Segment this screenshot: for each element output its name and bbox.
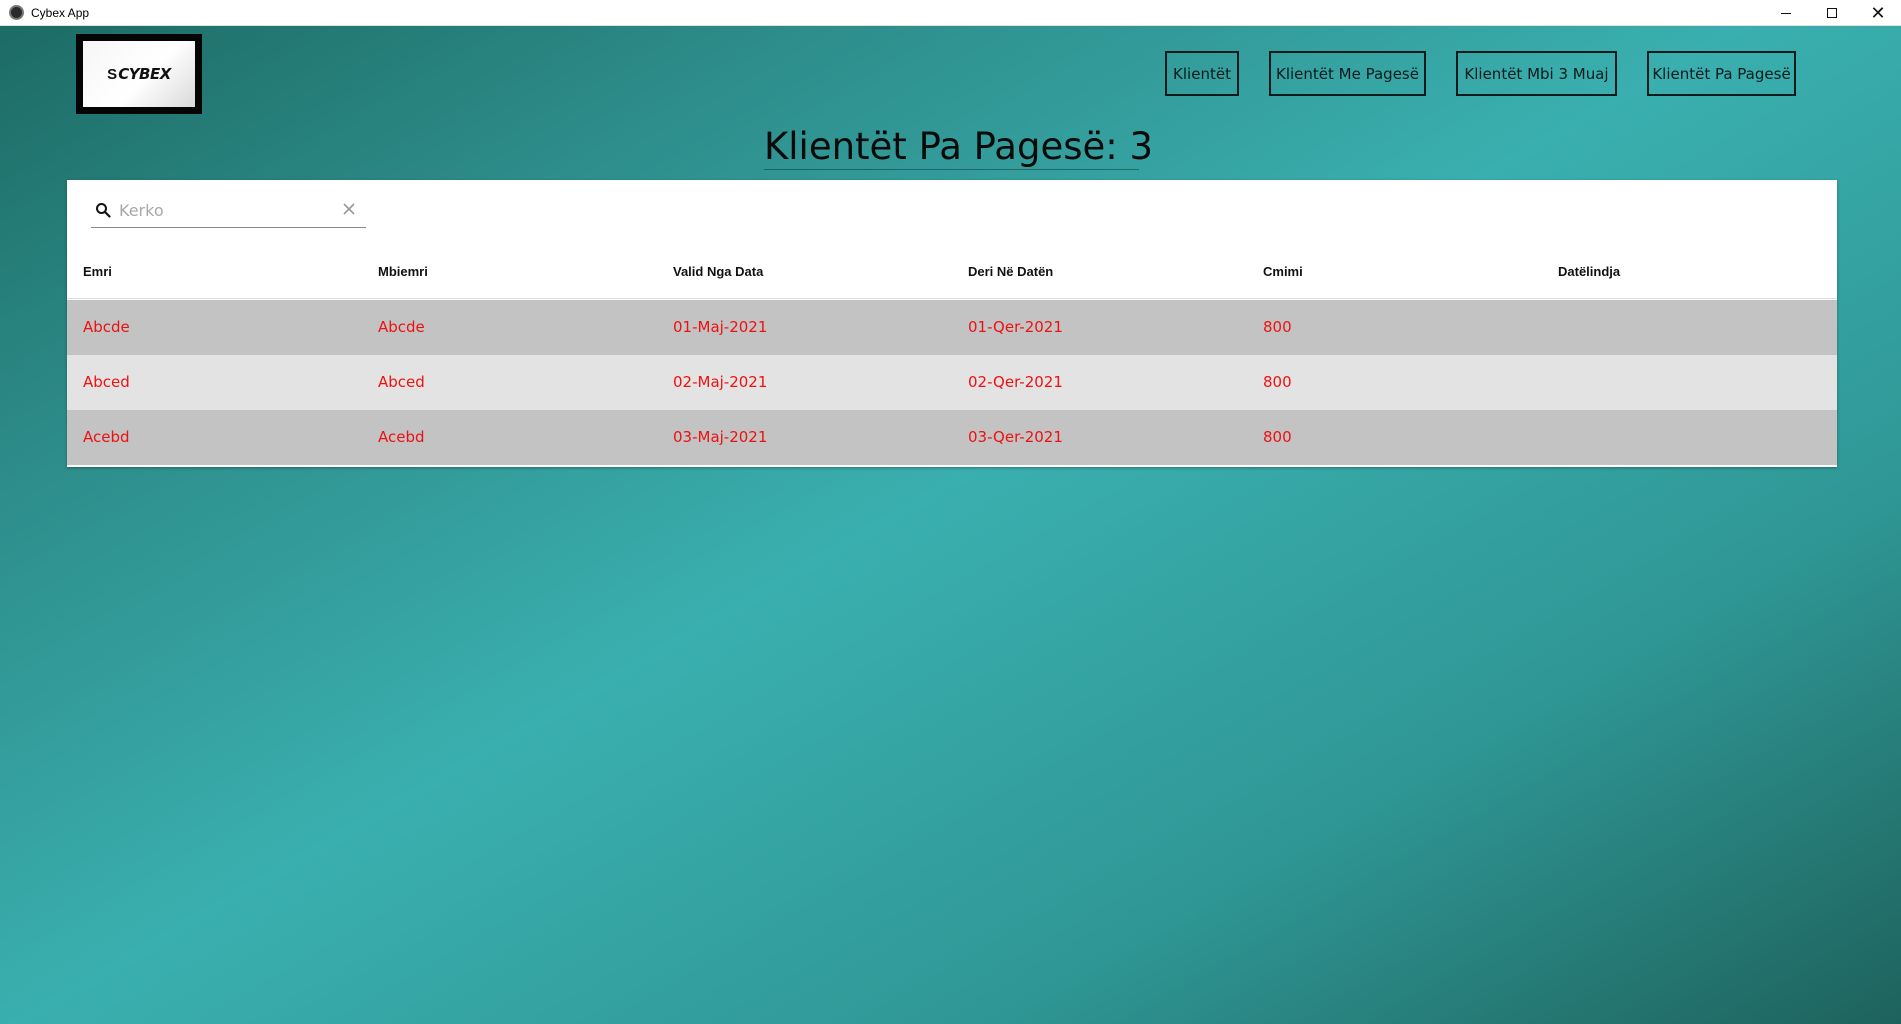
page-title: Klientët Pa Pagesë: 3 <box>764 125 1154 168</box>
cell-mbiemri: Acebd <box>378 428 425 446</box>
cell-deri-ne-daten: 02-Qer-2021 <box>968 373 1063 391</box>
cell-mbiemri: Abced <box>378 373 425 391</box>
table-row[interactable]: Abced Abced 02-Maj-2021 02-Qer-2021 800 <box>67 355 1837 410</box>
cell-deri-ne-daten: 03-Qer-2021 <box>968 428 1063 446</box>
cell-valid-nga-data: 02-Maj-2021 <box>673 373 768 391</box>
nav-button-klientet-me-pagese[interactable]: Klientët Me Pagesë <box>1269 51 1426 96</box>
cell-deri-ne-daten: 01-Qer-2021 <box>968 318 1063 336</box>
search-input[interactable] <box>119 197 329 223</box>
nav-button-klientet-mbi-3-muaj[interactable]: Klientët Mbi 3 Muaj <box>1456 51 1617 96</box>
cell-cmimi: 800 <box>1263 373 1292 391</box>
cell-mbiemri: Abcde <box>378 318 425 336</box>
column-header-cmimi[interactable]: Cmimi <box>1263 245 1303 299</box>
nav-button-klientet[interactable]: Klientët <box>1165 51 1239 96</box>
cell-valid-nga-data: 01-Maj-2021 <box>673 318 768 336</box>
table-row[interactable]: Abcde Abcde 01-Maj-2021 01-Qer-2021 800 <box>67 300 1837 355</box>
cell-cmimi: 800 <box>1263 318 1292 336</box>
window-titlebar: Cybex App ✕ <box>0 0 1901 26</box>
cell-valid-nga-data: 03-Maj-2021 <box>673 428 768 446</box>
search-icon <box>96 203 111 218</box>
table-header: Emri Mbiemri Valid Nga Data Deri Në Datë… <box>67 245 1837 299</box>
search-field <box>91 192 366 228</box>
column-header-emri[interactable]: Emri <box>83 245 112 299</box>
cell-emri: Abcde <box>83 318 130 336</box>
window-controls: ✕ <box>1763 0 1901 26</box>
app-icon <box>9 5 24 20</box>
close-icon[interactable]: ✕ <box>1855 0 1901 26</box>
app-main: S CYBEX Klientët Klientët Me Pagesë Klien… <box>0 26 1901 1024</box>
column-header-valid-nga-data[interactable]: Valid Nga Data <box>673 245 763 299</box>
nav-button-klientet-pa-pagese[interactable]: Klientët Pa Pagesë <box>1647 51 1796 96</box>
table-row[interactable]: Acebd Acebd 03-Maj-2021 03-Qer-2021 800 <box>67 410 1837 465</box>
column-header-mbiemri[interactable]: Mbiemri <box>378 245 428 299</box>
clients-table-panel: Emri Mbiemri Valid Nga Data Deri Në Datë… <box>67 180 1837 467</box>
cell-emri: Acebd <box>83 428 130 446</box>
column-header-deri-ne-daten[interactable]: Deri Në Datën <box>968 245 1053 299</box>
clear-search-icon[interactable] <box>342 202 356 216</box>
top-nav: Klientët Klientët Me Pagesë Klientët Mbi… <box>0 51 1901 96</box>
minimize-icon[interactable] <box>1763 0 1809 26</box>
maximize-icon[interactable] <box>1809 0 1855 26</box>
column-header-datelindja[interactable]: Datëlindja <box>1558 245 1620 299</box>
window-title: Cybex App <box>31 5 90 20</box>
title-underline <box>764 169 1139 170</box>
cell-cmimi: 800 <box>1263 428 1292 446</box>
cell-emri: Abced <box>83 373 130 391</box>
